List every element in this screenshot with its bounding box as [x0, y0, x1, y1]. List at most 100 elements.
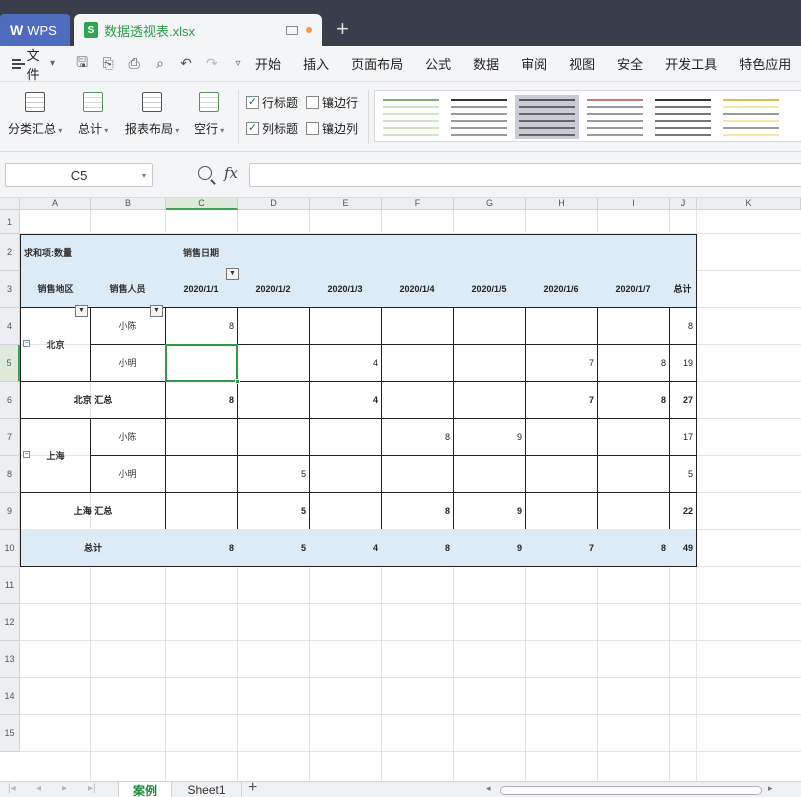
- pivot-value-cell[interactable]: [165, 418, 238, 456]
- pivot-date-header[interactable]: 2020/1/5: [453, 270, 526, 308]
- pivot-region-cell[interactable]: 上海: [20, 418, 91, 493]
- banded-rows-checkbox[interactable]: 镶边行: [306, 94, 358, 111]
- tab-workbook[interactable]: S 数据透视表.xlsx: [74, 14, 322, 46]
- function-icon[interactable]: fx: [224, 164, 238, 182]
- pivot-region-field[interactable]: 销售地区: [20, 270, 91, 308]
- pivot-value-cell[interactable]: [453, 344, 526, 382]
- menu-special[interactable]: 特色应用: [739, 54, 791, 73]
- scroll-left-icon[interactable]: ◂: [486, 783, 491, 794]
- column-header-k[interactable]: K: [697, 198, 801, 210]
- pivot-subtotal-cell[interactable]: 7: [525, 381, 598, 419]
- menu-developer[interactable]: 开发工具: [665, 54, 717, 73]
- pivot-value-cell[interactable]: [309, 455, 382, 493]
- print-preview-icon[interactable]: ⌕: [147, 55, 173, 72]
- pivot-subtotal-cell[interactable]: [381, 381, 454, 419]
- pivot-subtotal-label[interactable]: 北京 汇总: [20, 381, 166, 419]
- formula-input[interactable]: [249, 163, 801, 187]
- fill-handle[interactable]: [235, 379, 240, 384]
- pivot-header-blank[interactable]: [453, 234, 526, 271]
- pivot-value-cell[interactable]: [525, 418, 598, 456]
- pivot-subtotal-cell[interactable]: [309, 492, 382, 530]
- blank-row-button[interactable]: 空行: [194, 92, 224, 137]
- pivot-grand-total-cell[interactable]: 9: [453, 529, 526, 567]
- pivot-value-cell[interactable]: [237, 418, 310, 456]
- pivot-person-cell[interactable]: 小明: [90, 344, 166, 382]
- menu-data[interactable]: 数据: [473, 54, 499, 73]
- menu-page-layout[interactable]: 页面布局: [351, 54, 403, 73]
- pivot-date-header[interactable]: 2020/1/2: [237, 270, 310, 308]
- pivot-subtotal-cell[interactable]: [597, 492, 670, 530]
- pivot-row-total-cell[interactable]: 17: [669, 418, 697, 456]
- next-sheet-icon[interactable]: ▸: [62, 783, 67, 794]
- menu-home[interactable]: 开始: [255, 54, 281, 73]
- pivot-sum-label[interactable]: 求和项:数量: [20, 234, 166, 271]
- pivot-total-header[interactable]: 总计: [669, 270, 697, 308]
- pivot-subtotal-cell[interactable]: [165, 492, 238, 530]
- pivot-region-cell[interactable]: 北京: [20, 307, 91, 382]
- pivot-value-cell[interactable]: [453, 307, 526, 345]
- pivot-grand-total-label[interactable]: 总计: [20, 529, 166, 567]
- pivot-subtotal-cell[interactable]: [237, 381, 310, 419]
- pivot-value-cell[interactable]: 5: [237, 455, 310, 493]
- first-sheet-icon[interactable]: |◂: [8, 783, 16, 794]
- pivot-subtotal-cell[interactable]: 8: [381, 492, 454, 530]
- pivot-subtotal-cell[interactable]: [525, 492, 598, 530]
- menu-formulas[interactable]: 公式: [425, 54, 451, 73]
- pivot-subtotal-cell[interactable]: 8: [597, 381, 670, 419]
- column-header-a[interactable]: A: [20, 198, 91, 210]
- name-box[interactable]: C5 ▾: [5, 163, 153, 187]
- undo-icon[interactable]: ↶: [173, 55, 199, 72]
- row-header-10[interactable]: 10: [0, 530, 20, 567]
- pivot-value-cell[interactable]: [309, 418, 382, 456]
- pivot-header-blank[interactable]: [237, 234, 310, 271]
- pivot-value-cell[interactable]: [453, 455, 526, 493]
- pivot-subtotal-cell[interactable]: 4: [309, 381, 382, 419]
- column-header-f[interactable]: F: [382, 198, 454, 210]
- column-header-h[interactable]: H: [526, 198, 598, 210]
- pivot-style-gray[interactable]: [447, 95, 511, 139]
- pivot-value-cell[interactable]: 8: [381, 418, 454, 456]
- pivot-date-field[interactable]: 销售日期: [165, 234, 238, 271]
- row-header-12[interactable]: 12: [0, 604, 20, 641]
- pivot-value-cell[interactable]: [597, 418, 670, 456]
- pivot-date-header[interactable]: 2020/1/7: [597, 270, 670, 308]
- pivot-date-header[interactable]: 2020/1/4: [381, 270, 454, 308]
- pivot-value-cell[interactable]: [381, 307, 454, 345]
- pivot-grand-total-cell[interactable]: 8: [381, 529, 454, 567]
- scroll-right-icon[interactable]: ▸: [768, 783, 773, 794]
- pivot-style-yellow[interactable]: [719, 95, 783, 139]
- row-header-9[interactable]: 9: [0, 493, 20, 530]
- row-header-13[interactable]: 13: [0, 641, 20, 678]
- pivot-date-header[interactable]: 2020/1/3: [309, 270, 382, 308]
- collapse-group-icon[interactable]: −: [23, 340, 30, 347]
- name-box-dropdown-icon[interactable]: ▾: [142, 171, 146, 180]
- column-header-j[interactable]: J: [670, 198, 697, 210]
- pivot-value-cell[interactable]: [597, 455, 670, 493]
- pivot-value-cell[interactable]: [237, 307, 310, 345]
- redo-icon[interactable]: ↷: [199, 55, 225, 72]
- pivot-header-blank[interactable]: [669, 234, 697, 271]
- sheet-tab-sheet1[interactable]: Sheet1: [172, 782, 242, 797]
- pivot-subtotal-label[interactable]: 上海 汇总: [20, 492, 166, 530]
- pivot-row-total-cell[interactable]: 8: [669, 307, 697, 345]
- add-sheet-icon[interactable]: +: [248, 779, 257, 797]
- print-icon[interactable]: ⎙: [121, 55, 147, 72]
- row-header-14[interactable]: 14: [0, 678, 20, 715]
- row-header-3[interactable]: 3: [0, 271, 20, 308]
- menu-security[interactable]: 安全: [617, 54, 643, 73]
- pivot-style-green[interactable]: [379, 95, 443, 139]
- pivot-value-cell[interactable]: [309, 307, 382, 345]
- horizontal-scrollbar[interactable]: [500, 786, 762, 795]
- pivot-subtotal-cell[interactable]: 9: [453, 492, 526, 530]
- sheet-tab-case[interactable]: 案例: [118, 782, 172, 797]
- pivot-person-cell[interactable]: 小陈: [90, 307, 166, 345]
- tab-wps-home[interactable]: W WPS: [0, 14, 70, 46]
- pivot-person-cell[interactable]: 小明: [90, 455, 166, 493]
- row-header-4[interactable]: 4: [0, 308, 20, 345]
- pivot-value-cell[interactable]: 8: [165, 307, 238, 345]
- pivot-date-header[interactable]: 2020/1/6: [525, 270, 598, 308]
- pivot-subtotal-total-cell[interactable]: 22: [669, 492, 697, 530]
- pivot-value-cell[interactable]: 4: [309, 344, 382, 382]
- grand-total-button[interactable]: 总计: [78, 92, 108, 137]
- pivot-grand-total-value[interactable]: 49: [669, 529, 697, 567]
